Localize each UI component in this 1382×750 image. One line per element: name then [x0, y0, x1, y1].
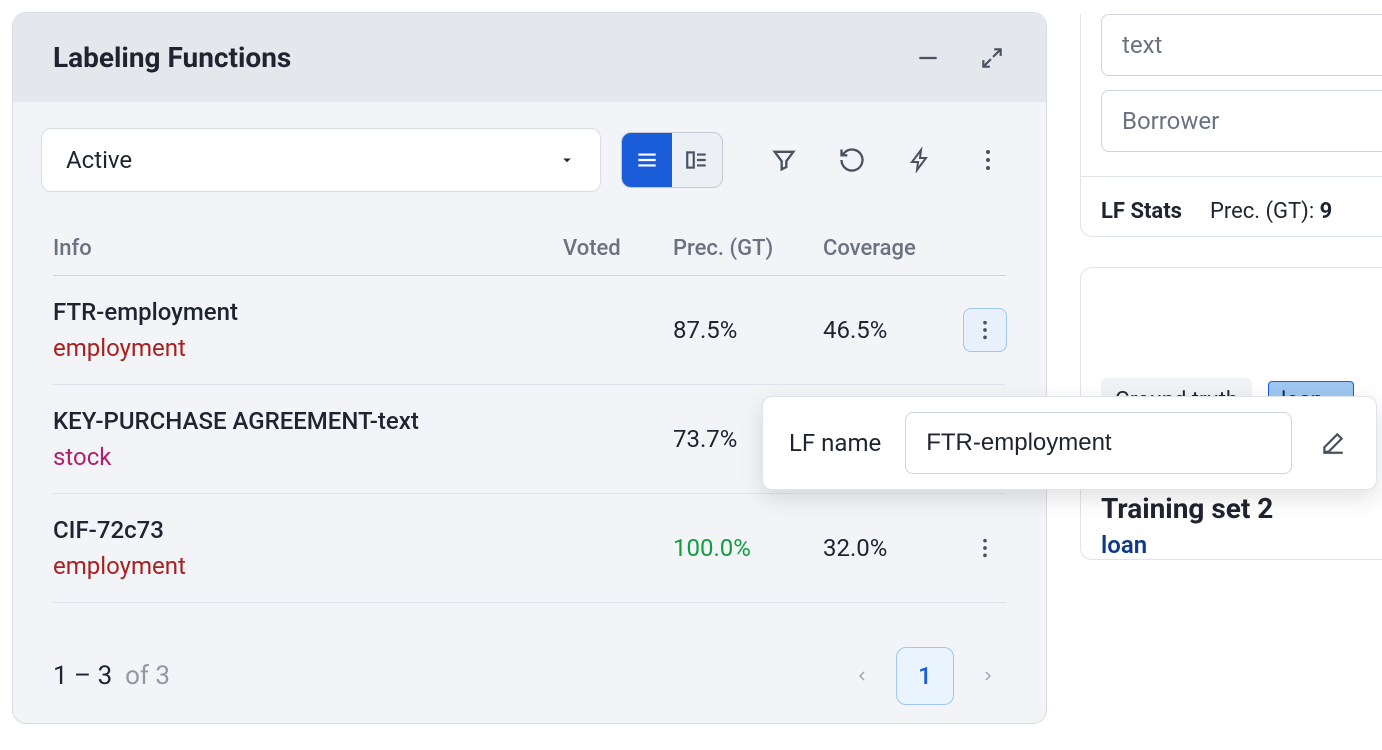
expand-icon[interactable]	[978, 44, 1006, 72]
lf-name-text: KEY-PURCHASE AGREEMENT-text	[53, 407, 563, 435]
more-icon[interactable]	[970, 142, 1006, 178]
lf-label-text: stock	[53, 443, 563, 471]
lf-label-text: employment	[53, 334, 563, 362]
side-panel: text Borrower LF Stats Prec. (GT): 9 Gro…	[1080, 0, 1382, 750]
lf-stats-row: LF Stats Prec. (GT): 9	[1081, 176, 1382, 224]
filter-dropdown[interactable]: Active	[41, 128, 601, 192]
page-of: of 3	[125, 661, 170, 691]
col-menu	[963, 236, 1011, 261]
collapse-icon[interactable]	[914, 44, 942, 72]
filter-dropdown-label: Active	[66, 146, 132, 174]
list-view-button[interactable]	[622, 133, 672, 187]
lf-name-popup: LF name	[762, 396, 1377, 490]
page-controls: 1	[844, 647, 1006, 705]
filter-icon[interactable]	[766, 142, 802, 178]
page-info: 1 – 3 of 3	[53, 661, 170, 691]
lf-name-text: CIF-72c73	[53, 516, 563, 544]
row-info: KEY-PURCHASE AGREEMENT-text stock	[53, 407, 563, 471]
popup-label: LF name	[789, 429, 881, 457]
labeling-functions-panel: Labeling Functions Active	[12, 12, 1047, 724]
prev-page-icon[interactable]	[844, 658, 880, 694]
prec-stat: Prec. (GT): 9	[1210, 199, 1332, 224]
next-page-icon[interactable]	[970, 658, 1006, 694]
col-voted: Voted	[563, 236, 673, 261]
panel-header-actions	[914, 44, 1006, 72]
row-menu-cell	[963, 526, 1011, 570]
col-cov: Coverage	[823, 236, 963, 261]
row-info: CIF-72c73 employment	[53, 516, 563, 580]
card-view-button[interactable]	[672, 133, 722, 187]
lf-stats-label: LF Stats	[1101, 199, 1182, 224]
borrower-field[interactable]: Borrower	[1101, 90, 1382, 152]
row-prec: 100.0%	[673, 534, 823, 562]
lf-name-text: FTR-employment	[53, 298, 563, 326]
col-info: Info	[53, 236, 563, 261]
edit-icon[interactable]	[1316, 426, 1350, 460]
lf-label-text: employment	[53, 552, 563, 580]
toolbar-icons	[766, 142, 1006, 178]
row-menu-icon[interactable]	[963, 308, 1007, 352]
lf-name-input[interactable]	[905, 412, 1292, 474]
row-info: FTR-employment employment	[53, 298, 563, 362]
view-toggle	[621, 132, 723, 188]
row-menu-cell	[963, 308, 1011, 352]
col-prec: Prec. (GT)	[673, 236, 823, 261]
pagination: 1 – 3 of 3 1	[13, 625, 1046, 723]
training-set-sub: loan	[1081, 531, 1382, 559]
toolbar: Active	[13, 102, 1046, 204]
refresh-icon[interactable]	[834, 142, 870, 178]
text-field[interactable]: text	[1101, 14, 1382, 76]
row-cov: 32.0%	[823, 534, 963, 562]
chevron-down-icon	[558, 151, 576, 169]
table-row[interactable]: CIF-72c73 employment 100.0% 32.0%	[53, 494, 1006, 603]
panel-title: Labeling Functions	[53, 41, 291, 74]
lightning-icon[interactable]	[902, 142, 938, 178]
side-card: text Borrower LF Stats Prec. (GT): 9	[1080, 14, 1382, 237]
row-cov: 46.5%	[823, 316, 963, 344]
row-prec: 87.5%	[673, 316, 823, 344]
page-range: 1 – 3	[53, 661, 112, 691]
page-number[interactable]: 1	[896, 647, 954, 705]
panel-header: Labeling Functions	[13, 13, 1046, 102]
table-header: Info Voted Prec. (GT) Coverage	[53, 218, 1006, 276]
row-menu-icon[interactable]	[963, 526, 1007, 570]
table-row[interactable]: FTR-employment employment 87.5% 46.5%	[53, 276, 1006, 385]
